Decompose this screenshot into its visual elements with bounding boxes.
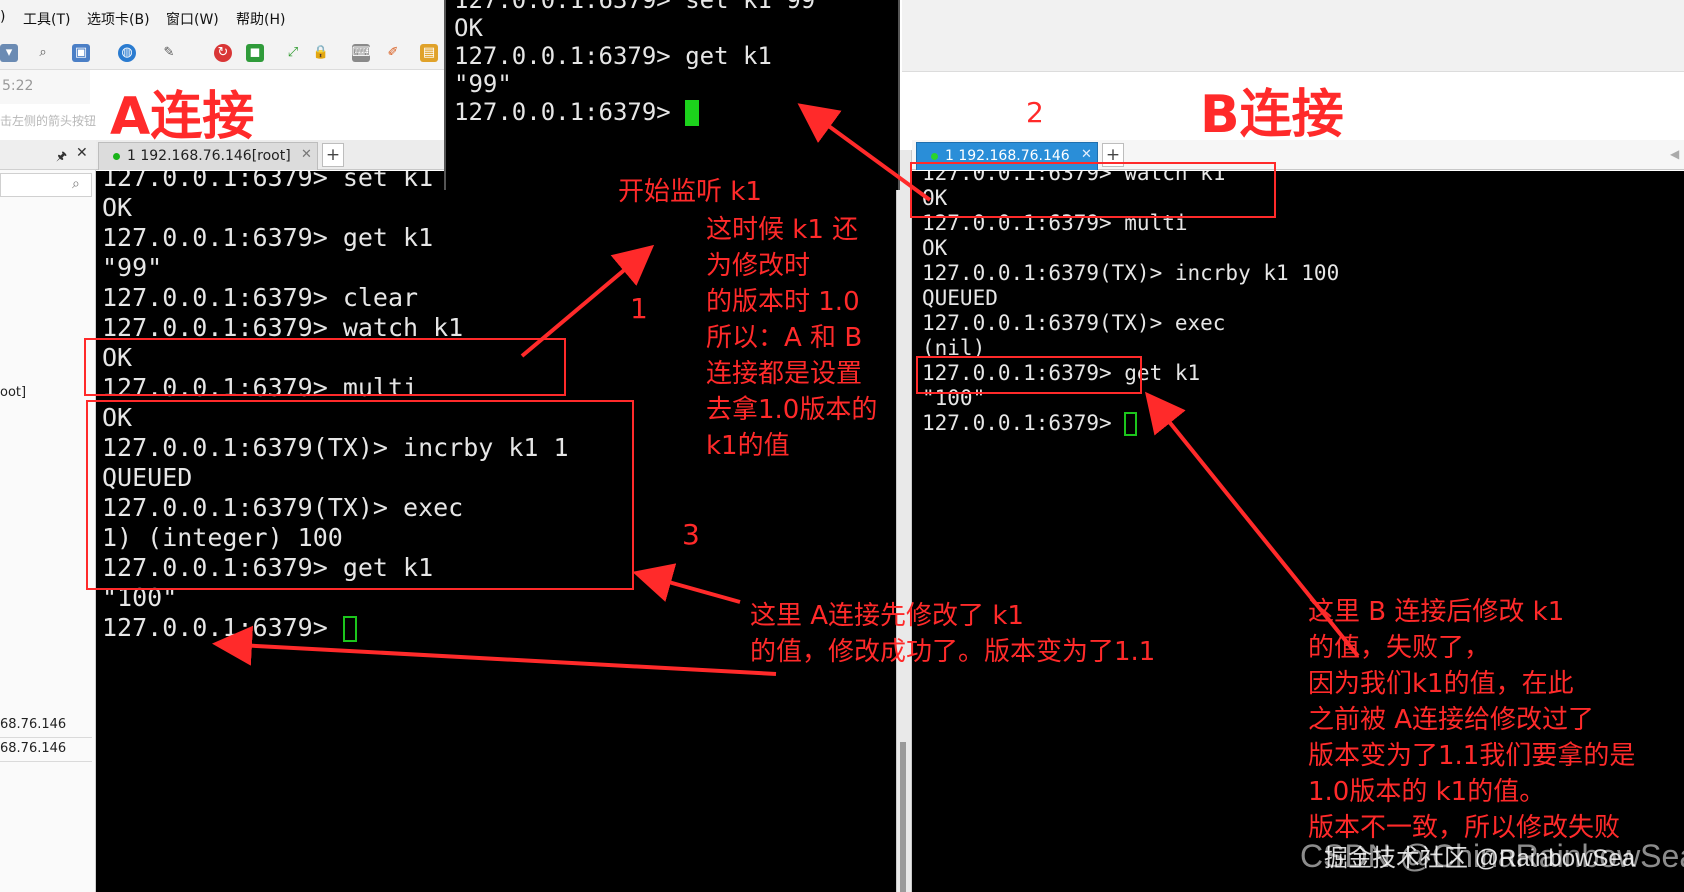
terminal-line: QUEUED [922,286,998,310]
dropdown-icon[interactable]: ▾ [0,44,18,62]
terminal-line: 127.0.0.1:6379> clear [102,283,419,312]
connection-b-title: B连接 [1200,85,1344,145]
close-icon[interactable]: ✕ [1081,147,1092,162]
note-line: 之前被 A连接给修改过了 [1308,705,1595,735]
terminal-prompt: 127.0.0.1:6379> [454,98,686,126]
menu-item-partial[interactable]: ) [0,9,5,25]
session-tree-item[interactable]: oot] [0,385,26,400]
terminal-prompt-line: 127.0.0.1:6379> [922,411,1138,436]
connected-dot-icon [931,153,938,160]
watermark-overlay: 掘金技术社区 @RainbowSea [1324,845,1636,872]
note-line: 这时候 k1 还 [706,215,859,245]
session-panel-header: 🖈 ✕ [0,140,96,170]
note-line: 因为我们k1的值，在此 [1308,669,1574,699]
lock-icon[interactable]: 🔒 [312,44,330,62]
session-icon[interactable]: ▣ [72,44,90,62]
start-watch-note: 开始监听 k1 [618,177,762,207]
terminal-line: OK [102,193,133,222]
terminal-line: 127.0.0.1:6379(TX)> incrby k1 100 [922,261,1340,285]
terminal-prompt-line: 127.0.0.1:6379> [102,613,357,642]
add-tab-button[interactable]: + [322,143,344,167]
session-list-item[interactable]: 68.76.146 [0,714,92,738]
terminal-prompt: 127.0.0.1:6379> [922,411,1125,435]
terminal-line: 127.0.0.1:6379> set k1 99 [102,171,479,192]
tab-label: 1 192.168.76.146[root] [127,148,291,164]
note-line: 为修改时 [706,251,811,281]
cursor-icon [342,616,357,642]
menu-item-tools[interactable]: 工具(T) [23,9,70,29]
menu-item-window[interactable]: 窗口(W) [166,9,219,29]
note-line: 这里 A连接先修改了 k1 [750,601,1024,631]
terminal-line: OK [454,14,483,42]
session-list-item[interactable]: 68.76.146 [0,738,92,762]
pen-icon[interactable]: ✎ [160,44,178,62]
pin-icon[interactable]: 🖈 [56,147,67,168]
highlight-box-nil-b [916,356,1142,394]
highlight-box-watch-b [910,162,1276,218]
connection-a-title: A连接 [110,87,255,147]
menu-item-tabs[interactable]: 选项卡(B) [87,9,150,29]
terminal-prompt-line: 127.0.0.1:6379> [454,98,700,126]
note-line: 所以：A 和 B [706,323,863,353]
script-icon[interactable]: ◼ [246,44,264,62]
terminal-line: 127.0.0.1:6379> set k1 99 [454,0,816,14]
right-toolbar-strip [902,0,1684,72]
close-icon[interactable]: ✕ [76,145,88,161]
fullscreen-icon[interactable]: ⤢ [284,44,302,62]
a-success-note: 这里 A连接先修改了 k1 的值，修改成功了。版本变为了1.1 [750,598,1155,670]
close-icon[interactable]: ✕ [301,147,312,162]
hint-text: 击左侧的箭头按钮 [0,114,97,128]
globe-icon[interactable]: ◍ [118,44,136,62]
connected-dot-icon [113,153,120,160]
terminal-top[interactable]: 127.0.0.1:6379> set k1 99 OK 127.0.0.1:6… [444,0,900,190]
note-line: 版本变为了1.1我们要拿的是 [1308,741,1636,771]
terminal-line: "99" [102,253,163,282]
note-line: k1的值 [706,431,790,461]
terminal-prompt: 127.0.0.1:6379> [102,613,343,642]
refresh-icon[interactable]: ↻ [214,44,232,62]
highlight-box-transaction-a [86,400,634,590]
cursor-icon [1124,412,1138,436]
menu-item-help[interactable]: 帮助(H) [236,9,285,29]
search-icon[interactable]: ⌕ [34,44,52,62]
terminal-line: 127.0.0.1:6379(TX)> exec [922,311,1226,335]
version-note: 这时候 k1 还 为修改时 的版本时 1.0 所以：A 和 B 连接都是设置 去… [706,212,877,464]
note-line: 的值，失败了， [1308,633,1491,663]
note-line: 去拿1.0版本的 [706,395,878,425]
terminal-line: 127.0.0.1:6379> get k1 [454,42,772,70]
note-line: 的版本时 1.0 [706,287,860,317]
search-icon[interactable]: ⌕ [72,176,80,192]
highlight-box-watch-a [84,338,566,396]
brush-icon[interactable]: ✐ [384,44,402,62]
note-line: 连接都是设置 [706,359,863,389]
step-number-1: 1 [630,292,648,325]
scrollbar-thumb[interactable] [900,742,906,892]
keyboard-icon[interactable]: ⌨ [352,44,371,62]
terminal-line: "99" [454,70,512,98]
session-panel: 🖈 ✕ ⌕ oot] 68.76.146 68.76.146 [0,140,96,892]
toolbar: ▾ ⌕ ▣ ◍ ✎ ↻ ◼ ⤢ 🔒 ⌨ ✐ ▤ [0,36,450,70]
menu-bar: ) 工具(T) 选项卡(B) 窗口(W) 帮助(H) [0,0,450,36]
folder-icon[interactable]: ▤ [420,44,438,62]
b-fail-note: 这里 B 连接后修改 k1 的值，失败了， 因为我们k1的值，在此 之前被 A连… [1308,594,1635,846]
terminal-line: 127.0.0.1:6379> get k1 [102,223,434,252]
note-line: 这里 B 连接后修改 k1 [1308,597,1565,627]
time-display: 5:22 [0,70,90,104]
note-line: 1.0版本的 k1的值。 [1308,777,1546,807]
step-number-3: 3 [682,518,700,551]
scroll-left-icon[interactable]: ◀ [1670,147,1679,161]
note-line: 的值，修改成功了。版本变为了1.1 [750,637,1156,667]
terminal-line: OK [922,236,948,260]
cursor-icon [685,100,700,126]
step-number-2: 2 [1026,96,1044,129]
